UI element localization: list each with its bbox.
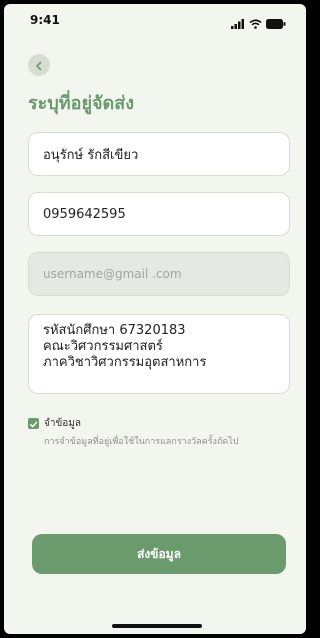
- battery-icon: [266, 14, 286, 33]
- page-title: ระบุที่อยู่จัดส่ง: [28, 93, 134, 114]
- submit-button[interactable]: ส่งข้อมูล: [32, 534, 286, 574]
- address-line: ภาควิชาวิศวกรรมอุตสาหการ: [43, 355, 207, 370]
- address-line: คณะวิศวกรรมศาสตร์: [43, 339, 163, 354]
- wifi-icon: [249, 14, 262, 33]
- remember-checkbox[interactable]: [28, 418, 39, 429]
- phone-value: 0959642595: [43, 206, 126, 222]
- name-field[interactable]: อนุรักษ์ รักสีเขียว: [28, 132, 290, 176]
- submit-label: ส่งข้อมูล: [137, 546, 181, 561]
- signal-icon: [231, 14, 245, 33]
- email-placeholder: username@gmail .com: [43, 267, 182, 281]
- status-icons: [231, 14, 286, 33]
- remember-label: จำข้อมูล: [44, 418, 82, 429]
- name-value: อนุรักษ์ รักสีเขียว: [43, 147, 139, 163]
- address-line: รหัสนักศึกษา 67320183: [43, 323, 186, 338]
- address-field[interactable]: รหัสนักศึกษา 67320183 คณะวิศวกรรมศาสตร์ …: [28, 314, 290, 394]
- status-time: 9:41: [30, 13, 60, 27]
- back-button[interactable]: [28, 54, 50, 76]
- remember-row: จำข้อมูล: [28, 416, 81, 431]
- home-indicator[interactable]: [112, 624, 202, 628]
- phone-field[interactable]: 0959642595: [28, 192, 290, 236]
- status-bar: 9:41: [4, 4, 306, 40]
- email-field[interactable]: username@gmail .com: [28, 252, 290, 296]
- chevron-left-icon: [34, 56, 44, 75]
- check-icon: [29, 414, 38, 433]
- phone-screen: 9:41 ระบุที่อยู่จัดส่ง อนุรักษ์ รักสีเขี…: [4, 4, 306, 634]
- remember-description: การจำข้อมูลที่อยู่เพื่อใช้ในการแลกรางวัล…: [44, 437, 239, 447]
